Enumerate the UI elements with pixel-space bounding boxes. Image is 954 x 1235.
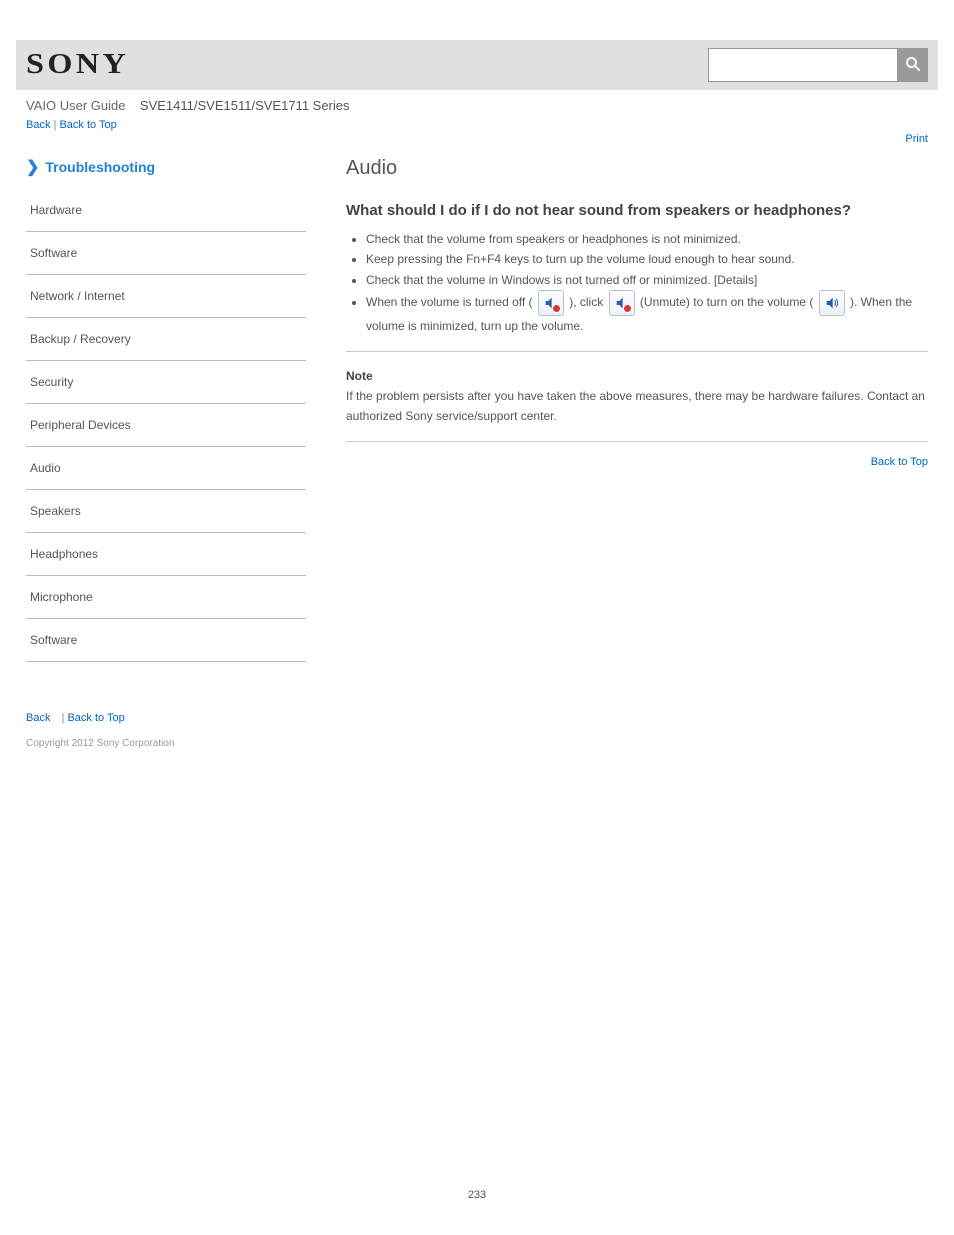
inline-text: ), click <box>569 295 606 309</box>
chevron-right-icon: ❯ <box>26 157 39 177</box>
question-heading: What should I do if I do not hear sound … <box>346 202 928 219</box>
sidebar-item-network[interactable]: Network / Internet <box>26 275 306 318</box>
search-form <box>708 48 928 82</box>
search-button[interactable] <box>898 48 928 82</box>
copyright: Copyright 2012 Sony Corporation <box>16 734 938 769</box>
volume-on-icon <box>819 290 845 316</box>
sidebar: ❯ Troubleshooting Hardware Software Netw… <box>26 157 306 662</box>
volume-muted-icon <box>538 290 564 316</box>
print-link-wrap: Print <box>16 133 938 151</box>
inline-text: When the volume is turned off ( <box>366 295 533 309</box>
page-number: 233 <box>16 1189 938 1201</box>
page-title: Audio <box>346 157 928 180</box>
series-label: SVE1411/SVE1511/SVE1711 Series <box>140 98 350 113</box>
sidebar-title: ❯ Troubleshooting <box>26 157 306 177</box>
sidebar-item-backup[interactable]: Backup / Recovery <box>26 318 306 361</box>
print-link[interactable]: Print <box>905 133 928 145</box>
inline-text: (Unmute) to turn on the volume ( <box>640 295 813 309</box>
breadcrumb-back-top[interactable]: Back to Top <box>59 119 116 131</box>
sidebar-item-security[interactable]: Security <box>26 361 306 404</box>
header-bar: SONY <box>16 40 938 90</box>
list-item: Check that the volume in Windows is not … <box>366 270 928 290</box>
product-line: VAIO User Guide SVE1411/SVE1511/SVE1711 … <box>16 90 938 115</box>
sony-logo: SONY <box>26 49 129 81</box>
list-item: When the volume is turned off ( ), click… <box>366 290 928 336</box>
sidebar-item-software2[interactable]: Software <box>26 619 306 662</box>
guide-title: VAIO User Guide <box>26 98 125 113</box>
sidebar-item-hardware[interactable]: Hardware <box>26 189 306 232</box>
breadcrumb-back[interactable]: Back <box>26 119 50 131</box>
list-item: Keep pressing the Fn+F4 keys to turn up … <box>366 249 928 269</box>
unmute-icon <box>609 290 635 316</box>
footer-back[interactable]: Back <box>26 712 50 724</box>
divider <box>346 351 928 352</box>
main-content: Audio What should I do if I do not hear … <box>346 157 928 662</box>
note-block: Note If the problem persists after you h… <box>346 366 928 427</box>
footer-links: Back | Back to Top <box>16 702 938 734</box>
note-text: If the problem persists after you have t… <box>346 389 925 423</box>
sidebar-item-audio[interactable]: Audio <box>26 447 306 490</box>
back-to-top-wrap: Back to Top <box>346 456 928 468</box>
sidebar-item-software[interactable]: Software <box>26 232 306 275</box>
search-icon <box>904 55 922 76</box>
back-to-top-link[interactable]: Back to Top <box>871 456 928 468</box>
divider <box>346 441 928 442</box>
note-label: Note <box>346 369 373 383</box>
search-input[interactable] <box>708 48 898 82</box>
breadcrumb: Back | Back to Top <box>16 115 938 133</box>
sidebar-item-headphones[interactable]: Headphones <box>26 533 306 576</box>
list-item: Check that the volume from speakers or h… <box>366 229 928 249</box>
answer-list: Check that the volume from speakers or h… <box>346 229 928 337</box>
footer-back-top[interactable]: Back to Top <box>67 712 124 724</box>
sidebar-item-microphone[interactable]: Microphone <box>26 576 306 619</box>
sidebar-item-peripheral[interactable]: Peripheral Devices <box>26 404 306 447</box>
sidebar-title-text: Troubleshooting <box>45 159 155 175</box>
sidebar-item-speakers[interactable]: Speakers <box>26 490 306 533</box>
